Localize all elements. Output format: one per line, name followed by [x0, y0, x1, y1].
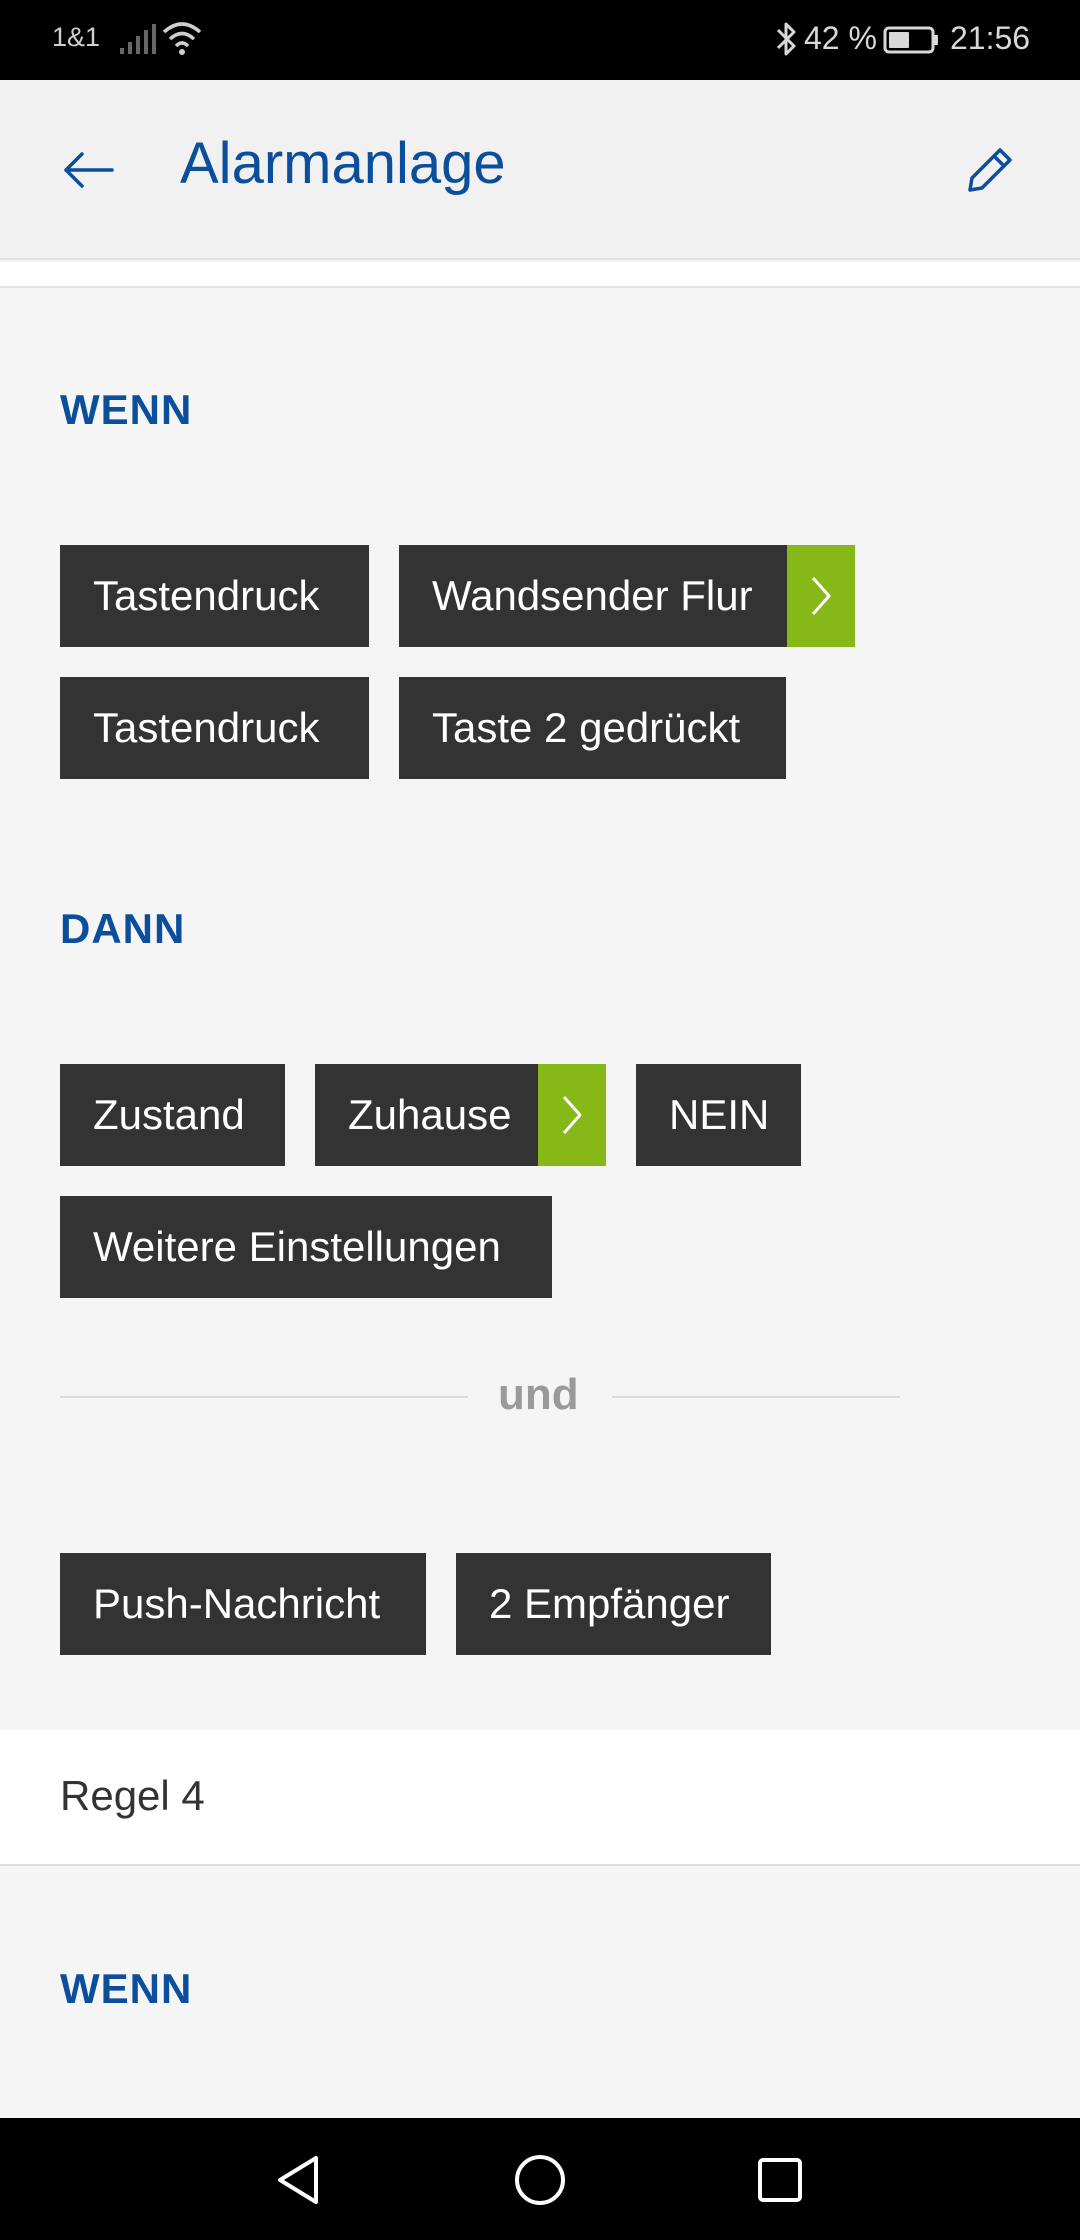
trigger-value-chip[interactable]: Taste 2 gedrückt: [399, 677, 786, 779]
trigger-type-chip[interactable]: Tastendruck: [60, 677, 369, 779]
recipients-chip[interactable]: 2 Empfänger: [456, 1553, 771, 1655]
chevron-right-icon: [562, 1096, 582, 1134]
bluetooth-icon: [776, 22, 796, 56]
battery-icon: [883, 26, 938, 54]
nav-home-button[interactable]: [508, 2148, 572, 2212]
and-connector-label: und: [498, 1370, 579, 1419]
then-section-label: DANN: [60, 905, 186, 952]
battery-percent: 42 %: [804, 20, 877, 56]
chip-label: Tastendruck: [93, 572, 320, 619]
divider-right: [612, 1396, 900, 1398]
rule-header[interactable]: Regel 4: [0, 1730, 1080, 1866]
chip-label: Zuhause: [348, 1091, 512, 1138]
carrier-label: 1&1: [52, 22, 101, 52]
chip-arrow-button[interactable]: [538, 1064, 606, 1166]
chip-label: Weitere Einstellungen: [93, 1223, 501, 1270]
circle-home-icon: [515, 2155, 565, 2205]
chip-label: Zustand: [93, 1091, 245, 1138]
rule-header-strip: [0, 262, 1080, 288]
wifi-icon: [162, 22, 202, 55]
nav-back-button[interactable]: [268, 2148, 332, 2212]
pencil-icon: [968, 148, 1012, 192]
nav-recents-button[interactable]: [748, 2148, 812, 2212]
chip-label: 2 Empfänger: [489, 1580, 730, 1627]
action-type-chip[interactable]: Push-Nachricht: [60, 1553, 426, 1655]
arrow-left-icon: [64, 152, 114, 188]
chip-label: Push-Nachricht: [93, 1580, 381, 1627]
if-section-label: WENN: [60, 1965, 193, 2012]
back-button[interactable]: [48, 128, 132, 212]
chip-arrow-button[interactable]: [787, 545, 855, 647]
action-type-chip[interactable]: Zustand: [60, 1064, 285, 1166]
signal-icon: [120, 24, 156, 54]
chip-label: Taste 2 gedrückt: [432, 704, 741, 751]
trigger-device-chip[interactable]: Wandsender Flur: [399, 545, 855, 647]
status-bar: 1&1 42 % 21:56: [0, 0, 1080, 80]
action-target-chip[interactable]: Zuhause: [315, 1064, 606, 1166]
app-bar: Alarmanlage: [0, 80, 1080, 260]
chip-label: NEIN: [669, 1091, 770, 1138]
rule-title: Regel 4: [60, 1772, 205, 1819]
if-section-label: WENN: [60, 386, 193, 433]
chevron-right-icon: [811, 577, 831, 615]
chip-label: Wandsender Flur: [432, 572, 753, 619]
clock: 21:56: [950, 20, 1031, 56]
page-title: Alarmanlage: [180, 131, 506, 196]
action-value-chip[interactable]: NEIN: [636, 1064, 801, 1166]
chip-label: Tastendruck: [93, 704, 320, 751]
more-settings-chip[interactable]: Weitere Einstellungen: [60, 1196, 552, 1298]
triangle-back-icon: [278, 2156, 318, 2204]
edit-button[interactable]: [948, 128, 1032, 212]
navigation-bar: [0, 2118, 1080, 2240]
divider-left: [60, 1396, 468, 1398]
trigger-type-chip[interactable]: Tastendruck: [60, 545, 369, 647]
square-recents-icon: [758, 2158, 802, 2202]
